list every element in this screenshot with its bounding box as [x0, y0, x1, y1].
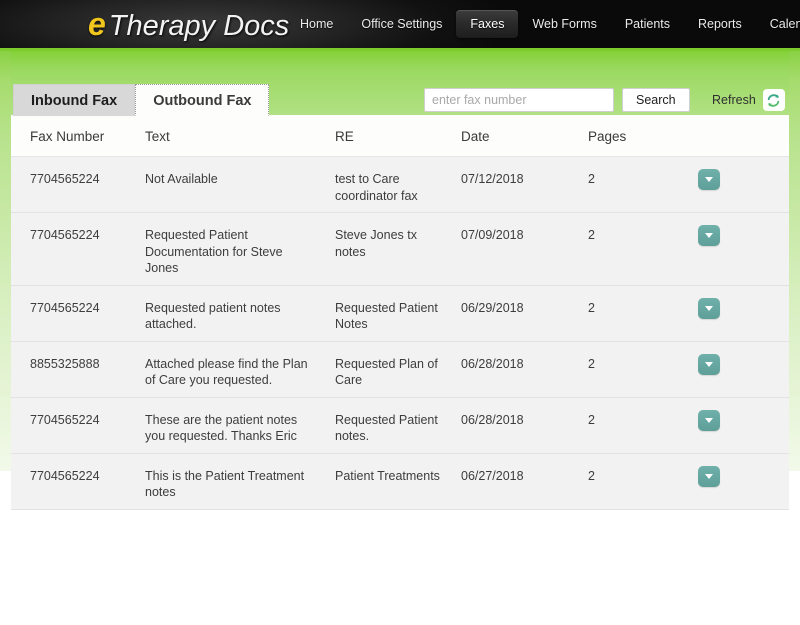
cell-pages: 2 — [588, 356, 698, 373]
chevron-down-icon — [705, 474, 713, 479]
chevron-down-icon — [705, 177, 713, 182]
search-input[interactable] — [424, 88, 614, 112]
chevron-down-icon — [705, 306, 713, 311]
nav-item-patients[interactable]: Patients — [611, 10, 684, 38]
table-row[interactable]: 8855325888 Attached please find the Plan… — [11, 342, 789, 398]
cell-fax-number: 7704565224 — [11, 227, 145, 244]
cell-fax-number: 7704565224 — [11, 171, 145, 188]
main-navigation: Home Office Settings Faxes Web Forms Pat… — [286, 0, 800, 48]
page-right-gutter — [789, 51, 800, 471]
chevron-down-icon — [705, 418, 713, 423]
nav-item-office-settings[interactable]: Office Settings — [347, 10, 456, 38]
row-menu-button[interactable] — [698, 354, 720, 375]
cell-fax-number: 7704565224 — [11, 468, 145, 485]
fax-search-group: Search — [424, 88, 690, 112]
row-menu-button[interactable] — [698, 169, 720, 190]
cell-text: These are the patient notes you requeste… — [145, 412, 335, 445]
nav-item-web-forms[interactable]: Web Forms — [518, 10, 610, 38]
cell-date: 06/29/2018 — [461, 300, 588, 317]
cell-date: 06/28/2018 — [461, 356, 588, 373]
cell-re: test to Care coordinator fax — [335, 171, 461, 204]
cell-actions — [698, 412, 789, 431]
table-row[interactable]: 7704565224 These are the patient notes y… — [11, 398, 789, 454]
table-row[interactable]: 7704565224 Requested patient notes attac… — [11, 286, 789, 342]
column-header-pages: Pages — [588, 129, 698, 144]
cell-text: Not Available — [145, 171, 335, 188]
outbound-fax-table: Fax Number Text RE Date Pages 7704565224… — [11, 116, 789, 510]
cell-date: 06/27/2018 — [461, 468, 588, 485]
tab-outbound-fax[interactable]: Outbound Fax — [135, 84, 269, 116]
cell-fax-number: 8855325888 — [11, 356, 145, 373]
refresh-group: Refresh — [712, 89, 785, 111]
chevron-down-icon — [705, 362, 713, 367]
cell-date: 07/09/2018 — [461, 227, 588, 244]
refresh-label: Refresh — [712, 93, 756, 107]
chevron-down-icon — [705, 233, 713, 238]
cell-actions — [698, 356, 789, 375]
table-row[interactable]: 7704565224 This is the Patient Treatment… — [11, 454, 789, 510]
table-row[interactable]: 7704565224 Requested Patient Documentati… — [11, 213, 789, 286]
cell-text: Requested Patient Documentation for Stev… — [145, 227, 335, 277]
cell-re: Requested Patient notes. — [335, 412, 461, 445]
table-header-row: Fax Number Text RE Date Pages — [11, 116, 789, 157]
cell-actions — [698, 468, 789, 487]
nav-item-calendar[interactable]: Calendar — [756, 10, 800, 38]
row-menu-button[interactable] — [698, 466, 720, 487]
column-header-date: Date — [461, 129, 588, 144]
cell-actions — [698, 227, 789, 246]
column-header-re: RE — [335, 129, 461, 144]
logo-wordmark: Therapy Docs — [106, 10, 290, 42]
logo-letter-e: e — [88, 6, 106, 42]
row-menu-button[interactable] — [698, 410, 720, 431]
cell-actions — [698, 171, 789, 190]
site-logo[interactable]: eTherapy Docs — [88, 6, 289, 44]
tab-inbound-fax[interactable]: Inbound Fax — [13, 84, 135, 116]
fax-direction-tabs: Inbound Fax Outbound Fax — [13, 84, 269, 116]
nav-item-home[interactable]: Home — [286, 10, 347, 38]
cell-pages: 2 — [588, 171, 698, 188]
cell-text: Attached please find the Plan of Care yo… — [145, 356, 335, 389]
cell-pages: 2 — [588, 412, 698, 429]
cell-actions — [698, 300, 789, 319]
column-header-text: Text — [145, 129, 335, 144]
row-menu-button[interactable] — [698, 298, 720, 319]
cell-pages: 2 — [588, 227, 698, 244]
nav-item-faxes[interactable]: Faxes — [456, 10, 518, 38]
refresh-icon[interactable] — [763, 89, 785, 111]
nav-item-reports[interactable]: Reports — [684, 10, 756, 38]
cell-text: Requested patient notes attached. — [145, 300, 335, 333]
cell-re: Steve Jones tx notes — [335, 227, 461, 260]
cell-pages: 2 — [588, 468, 698, 485]
cell-fax-number: 7704565224 — [11, 412, 145, 429]
page-left-gutter — [0, 51, 11, 471]
cell-date: 06/28/2018 — [461, 412, 588, 429]
cell-re: Patient Treatments — [335, 468, 461, 485]
cell-fax-number: 7704565224 — [11, 300, 145, 317]
column-header-fax-number: Fax Number — [11, 129, 145, 144]
cell-re: Requested Plan of Care — [335, 356, 461, 389]
cell-text: This is the Patient Treatment notes — [145, 468, 335, 501]
search-button[interactable]: Search — [622, 88, 690, 112]
cell-date: 07/12/2018 — [461, 171, 588, 188]
site-header: eTherapy Docs Home Office Settings Faxes… — [0, 0, 800, 48]
row-menu-button[interactable] — [698, 225, 720, 246]
cell-pages: 2 — [588, 300, 698, 317]
table-row[interactable]: 7704565224 Not Available test to Care co… — [11, 157, 789, 213]
cell-re: Requested Patient Notes — [335, 300, 461, 333]
